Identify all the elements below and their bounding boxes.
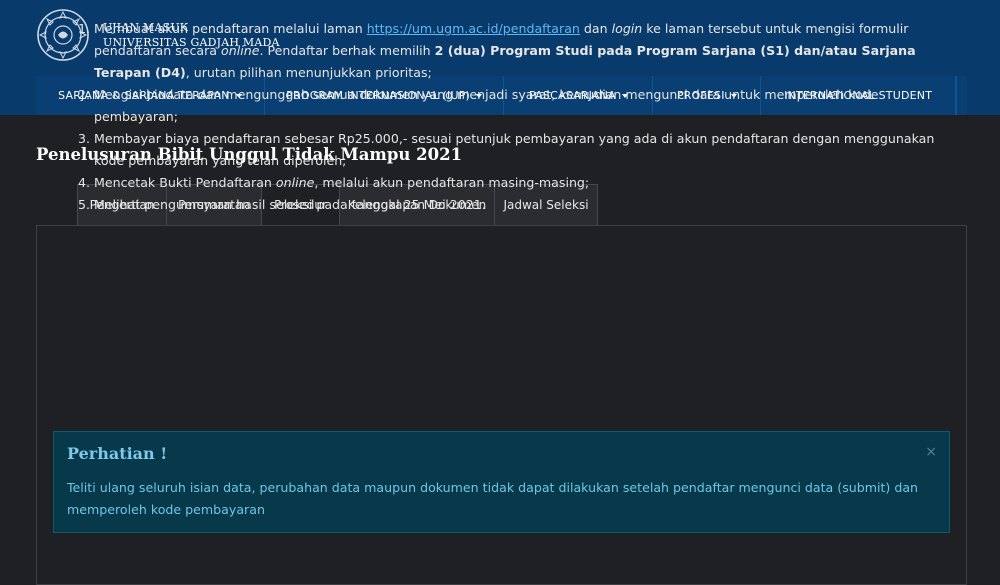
list-item: Membuat akun pendaftaran melalui laman h…: [94, 18, 936, 84]
list-item: Mengisi biodata dan mengunggah semua dok…: [94, 84, 936, 128]
nav-divider: [956, 76, 967, 115]
registration-link[interactable]: https://um.ugm.ac.id/pendaftaran: [367, 21, 580, 36]
alert-message: Teliti ulang seluruh isian data, perubah…: [67, 480, 919, 517]
list-item: Mencetak Bukti Pendaftaran online, melal…: [94, 172, 936, 194]
step-text: dan: [579, 21, 612, 36]
step-emphasis: online: [275, 175, 315, 190]
step-emphasis: online: [221, 43, 260, 58]
step-text: , melalui akun pendaftaran masing-masing…: [314, 175, 590, 190]
list-item: Membayar biaya pendaftaran sebesar Rp25.…: [94, 128, 936, 172]
step-text: , urutan pilihan menunjukkan prioritas;: [185, 65, 432, 80]
attention-alert: Perhatian ! × Teliti ulang seluruh isian…: [53, 431, 950, 533]
alert-title: Perhatian !: [67, 444, 168, 463]
list-item: Melihat pengumuman hasil seleksi pada ta…: [94, 194, 936, 216]
step-text: . Pendaftar berhak memilih: [259, 43, 435, 58]
step-emphasis: login: [611, 21, 643, 36]
step-text: Membuat akun pendaftaran melalui laman: [94, 21, 367, 36]
close-icon[interactable]: ×: [925, 444, 937, 460]
procedure-list: Membuat akun pendaftaran melalui laman h…: [58, 18, 936, 216]
step-text: Mencetak Bukti Pendaftaran: [94, 175, 276, 190]
